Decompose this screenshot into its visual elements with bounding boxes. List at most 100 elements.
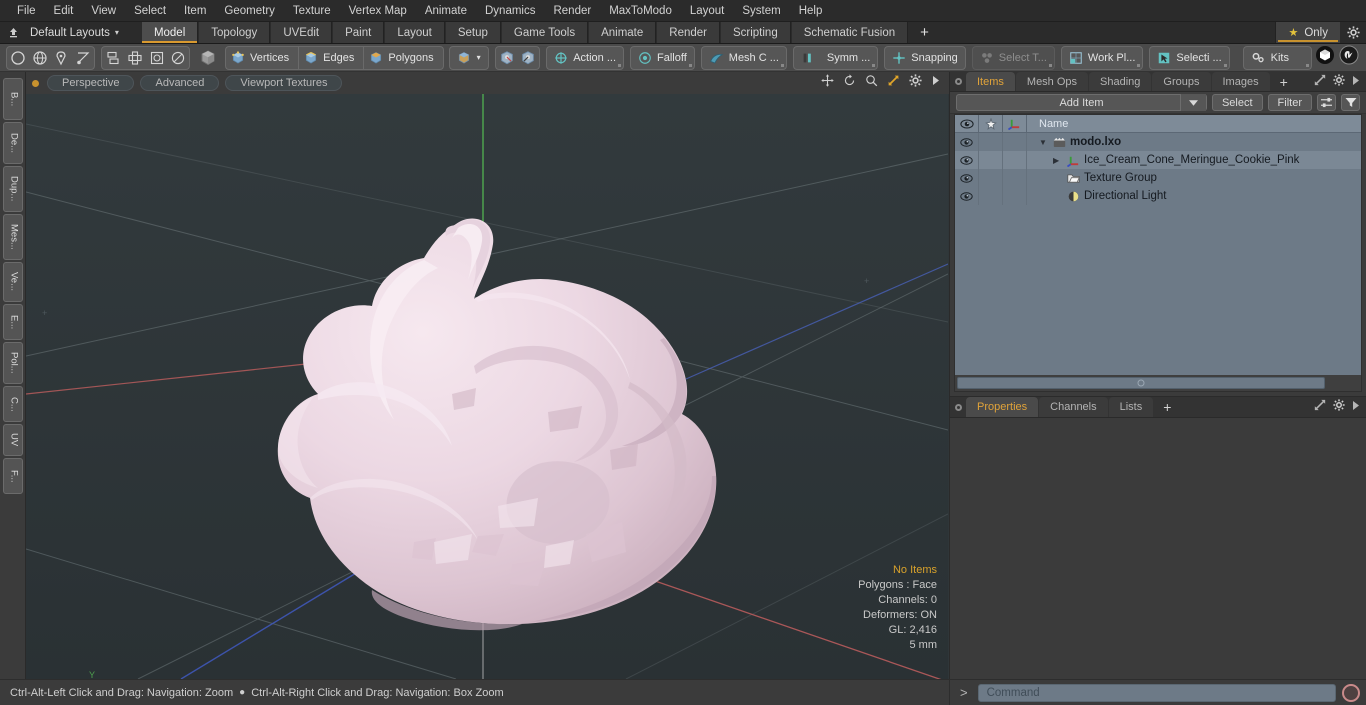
add-items-tab-button[interactable]: + xyxy=(1271,72,1297,91)
vertical-tab-7[interactable]: C... xyxy=(2,386,23,422)
row-expander-icon[interactable]: ▼ xyxy=(1039,138,1049,147)
mode-button-vertices[interactable]: Vertices xyxy=(225,45,299,70)
properties-expand-icon[interactable] xyxy=(1314,398,1326,416)
layout-tab-schematic-fusion[interactable]: Schematic Fusion xyxy=(790,22,909,43)
action-center-button[interactable]: Action ... xyxy=(546,45,625,70)
vertical-tab-3[interactable]: Mes... xyxy=(2,214,23,260)
row-transform-cell[interactable] xyxy=(1003,151,1027,169)
items-panel-menu-dot[interactable] xyxy=(950,72,966,91)
solid-cube-icon[interactable] xyxy=(197,47,219,69)
row-lock-cell[interactable] xyxy=(979,169,1003,187)
curve-tool-icon[interactable] xyxy=(72,47,94,69)
items-tab-shading[interactable]: Shading xyxy=(1089,72,1152,91)
row-name-cell[interactable]: Texture Group xyxy=(1027,172,1361,184)
circle-tool-icon[interactable] xyxy=(7,47,29,69)
row-transform-cell[interactable] xyxy=(1003,169,1027,187)
properties-tab-channels[interactable]: Channels xyxy=(1039,397,1108,417)
snap-pivot-icon[interactable] xyxy=(496,47,518,69)
menu-item-vertex-map[interactable]: Vertex Map xyxy=(340,0,416,22)
lock-column-header[interactable] xyxy=(979,115,1003,132)
row-visibility-eye-icon[interactable] xyxy=(955,169,979,187)
viewport-view-button[interactable]: Perspective xyxy=(47,75,135,91)
items-tab-groups[interactable]: Groups xyxy=(1152,72,1211,91)
layout-tab-topology[interactable]: Topology xyxy=(198,22,271,43)
items-horizontal-scrollbar[interactable] xyxy=(957,377,1325,389)
mesh-constraint-button[interactable]: Mesh C ... xyxy=(700,45,787,70)
bevel-tool-icon[interactable] xyxy=(146,47,168,69)
menu-item-animate[interactable]: Animate xyxy=(416,0,476,22)
list-options-icon[interactable] xyxy=(1317,94,1336,111)
transform-column-header[interactable] xyxy=(1003,115,1027,132)
visibility-column-header[interactable] xyxy=(955,115,979,132)
properties-gear-icon[interactable] xyxy=(1333,398,1345,416)
row-name-cell[interactable]: ▶ Ice_Cream_Cone_Meringue_Cookie_Pink xyxy=(1027,154,1361,167)
pan-icon[interactable] xyxy=(821,74,834,92)
items-tree-row[interactable]: Texture Group xyxy=(955,169,1361,187)
items-tab-images[interactable]: Images xyxy=(1211,72,1270,91)
vertical-tab-4[interactable]: Ve... xyxy=(2,262,23,302)
menu-item-view[interactable]: View xyxy=(82,0,125,22)
items-tree-body[interactable]: ▼ modo.lxo ▶ Ice_Cream_Cone_Meringue_Cookie… xyxy=(955,133,1361,375)
kits-button[interactable]: Kits xyxy=(1242,45,1312,70)
radial-tool-icon[interactable] xyxy=(167,47,189,69)
vertical-tab-1[interactable]: De... xyxy=(2,122,23,164)
command-input[interactable]: Command xyxy=(977,683,1336,702)
snapping-button[interactable]: Snapping xyxy=(884,45,966,70)
default-layouts-selector[interactable]: Default Layouts ▾ xyxy=(26,22,129,43)
home-layout-icon[interactable] xyxy=(0,22,26,43)
filter-button[interactable]: Filter xyxy=(1267,94,1312,111)
work-plane-button[interactable]: Work Pl... xyxy=(1060,45,1144,70)
row-expander-icon[interactable]: ▶ xyxy=(1053,156,1063,165)
layout-tab-game-tools[interactable]: Game Tools xyxy=(500,22,589,43)
add-item-dropdown-icon[interactable] xyxy=(1179,94,1206,111)
row-name-cell[interactable]: Directional Light xyxy=(1027,190,1361,203)
items-tree-row[interactable]: Directional Light xyxy=(955,187,1361,205)
viewport-gear-icon[interactable] xyxy=(909,74,922,92)
vertical-tab-0[interactable]: B... xyxy=(2,78,23,120)
filter-funnel-icon[interactable] xyxy=(1341,94,1360,111)
menu-item-edit[interactable]: Edit xyxy=(45,0,83,22)
viewport-3d[interactable]: + + Y No Items Polygons: Face Channels:… xyxy=(26,94,949,679)
properties-tab-lists[interactable]: Lists xyxy=(1108,397,1154,417)
pen-tool-icon[interactable] xyxy=(51,47,73,69)
items-tab-items[interactable]: Items xyxy=(966,72,1015,91)
vertical-tab-6[interactable]: Pol... xyxy=(2,342,23,384)
falloff-button[interactable]: Falloff xyxy=(630,45,695,70)
items-panel-chevron-right-icon[interactable] xyxy=(1352,73,1360,91)
row-lock-cell[interactable] xyxy=(979,133,1003,151)
layout-tab-uvedit[interactable]: UVEdit xyxy=(270,22,333,43)
menu-item-layout[interactable]: Layout xyxy=(681,0,734,22)
row-transform-cell[interactable] xyxy=(1003,187,1027,205)
component-mode-dropdown[interactable]: ▾ xyxy=(448,45,489,70)
properties-panel-menu-dot[interactable] xyxy=(950,397,966,417)
layout-tab-setup[interactable]: Setup xyxy=(444,22,501,43)
row-lock-cell[interactable] xyxy=(979,151,1003,169)
properties-tab-properties[interactable]: Properties xyxy=(966,397,1039,417)
vertical-tab-2[interactable]: Dup... xyxy=(2,166,23,212)
layout-tab-model[interactable]: Model xyxy=(140,22,199,43)
modo-cube-icon[interactable] xyxy=(1315,45,1335,70)
menu-item-help[interactable]: Help xyxy=(790,0,832,22)
items-tab-mesh-ops[interactable]: Mesh Ops xyxy=(1015,72,1089,91)
menu-item-geometry[interactable]: Geometry xyxy=(215,0,284,22)
row-visibility-eye-icon[interactable] xyxy=(955,151,979,169)
fit-view-icon[interactable] xyxy=(887,74,900,92)
menu-item-system[interactable]: System xyxy=(733,0,789,22)
vertical-tab-9[interactable]: F... xyxy=(2,458,23,494)
row-transform-cell[interactable] xyxy=(1003,133,1027,151)
layout-tab-animate[interactable]: Animate xyxy=(588,22,657,43)
menu-item-render[interactable]: Render xyxy=(544,0,600,22)
menu-item-maxtomodo[interactable]: MaxToModo xyxy=(600,0,681,22)
only-toggle-button[interactable]: ★ Only xyxy=(1275,22,1340,43)
mirror-tool-icon[interactable] xyxy=(124,47,146,69)
menu-item-select[interactable]: Select xyxy=(125,0,175,22)
command-record-icon[interactable] xyxy=(1342,683,1360,702)
select-button[interactable]: Select xyxy=(1211,94,1263,111)
chevron-right-icon[interactable] xyxy=(931,74,941,92)
layout-tab-scripting[interactable]: Scripting xyxy=(719,22,791,43)
viewport-menu-dot[interactable] xyxy=(32,79,39,87)
layout-tab-render[interactable]: Render xyxy=(656,22,720,43)
vertical-tab-8[interactable]: UV xyxy=(2,424,23,456)
selection-sets-button[interactable]: Selecti ... xyxy=(1149,45,1230,70)
row-visibility-eye-icon[interactable] xyxy=(955,133,979,151)
